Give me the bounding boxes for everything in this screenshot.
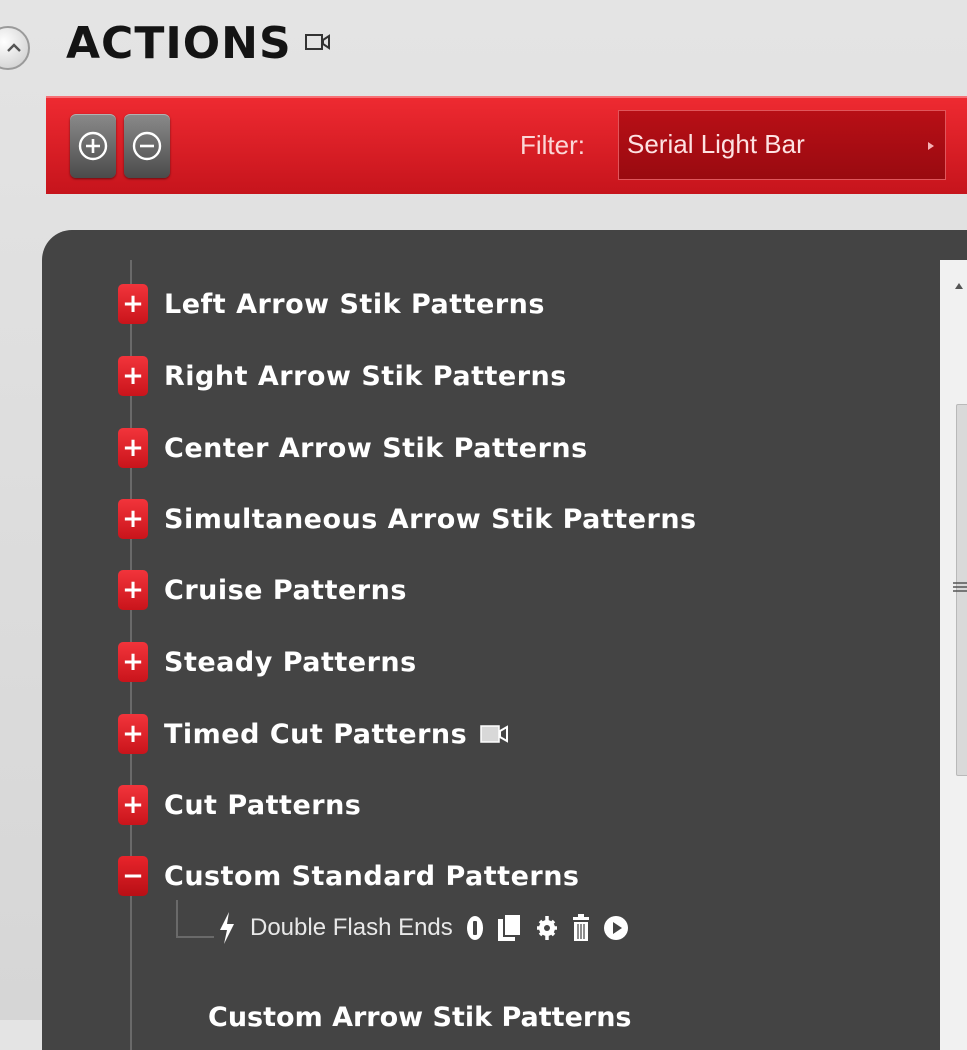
action-item-label: Double Flash Ends <box>250 914 453 941</box>
tree-item-label: Cruise Patterns <box>164 574 407 606</box>
video-camera-icon <box>305 34 330 50</box>
collapse-button[interactable] <box>0 26 30 70</box>
tree-item-label: Custom Standard Patterns <box>164 860 580 892</box>
expand-toggle[interactable]: + <box>118 499 148 539</box>
tree-item-label: Timed Cut Patterns <box>164 718 468 750</box>
tree-item[interactable]: + Timed Cut Patterns <box>118 712 511 756</box>
expand-toggle[interactable]: + <box>118 785 148 825</box>
tree-item-label: Left Arrow Stik Patterns <box>164 288 545 320</box>
tree-item-label: Cut Patterns <box>164 789 362 821</box>
expand-toggle[interactable]: + <box>118 356 148 396</box>
play-icon[interactable] <box>603 913 629 943</box>
tree-item[interactable]: + Right Arrow Stik Patterns <box>118 354 567 398</box>
tree-item[interactable]: + Center Arrow Stik Patterns <box>118 426 588 470</box>
filter-selected-value: Serial Light Bar <box>627 129 805 159</box>
collapse-toggle[interactable]: − <box>118 856 148 896</box>
dropdown-arrow-icon <box>928 142 934 150</box>
tree-branch-connector <box>176 900 214 938</box>
action-item[interactable]: Double Flash Ends <box>218 904 629 952</box>
minus-circle-icon <box>132 131 162 161</box>
section-title: ACTIONS <box>66 18 292 69</box>
add-button[interactable] <box>70 114 116 178</box>
settings-icon[interactable] <box>535 913 559 943</box>
tree-item[interactable]: − Custom Standard Patterns <box>118 854 580 898</box>
copy-icon[interactable] <box>497 913 523 943</box>
actions-toolbar: Filter: Serial Light Bar <box>46 96 967 194</box>
remove-button[interactable] <box>124 114 170 178</box>
tree-item[interactable]: + Cruise Patterns <box>118 568 407 612</box>
tree-item-label: Simultaneous Arrow Stik Patterns <box>164 503 697 535</box>
expand-toggle[interactable]: + <box>118 642 148 682</box>
grip-icon <box>953 582 967 592</box>
info-icon[interactable] <box>465 913 485 943</box>
trash-icon[interactable] <box>571 913 591 943</box>
tree-item-label[interactable]: Custom Arrow Stik Patterns <box>208 1002 632 1033</box>
vertical-scrollbar[interactable] <box>940 260 967 1050</box>
tree-item-label: Steady Patterns <box>164 646 417 678</box>
expand-toggle[interactable]: + <box>118 428 148 468</box>
filter-label: Filter: <box>520 130 585 160</box>
tree-item-label: Right Arrow Stik Patterns <box>164 360 567 392</box>
tree-item[interactable]: + Simultaneous Arrow Stik Patterns <box>118 497 697 541</box>
filter-dropdown[interactable]: Serial Light Bar <box>618 110 946 180</box>
expand-toggle[interactable]: + <box>118 714 148 754</box>
expand-toggle[interactable]: + <box>118 284 148 324</box>
chevron-up-icon <box>7 43 21 52</box>
scroll-up-arrow-icon[interactable] <box>954 282 964 290</box>
video-camera-icon <box>479 722 511 746</box>
expand-toggle[interactable]: + <box>118 570 148 610</box>
lightning-icon <box>220 912 234 944</box>
tree-item-label: Center Arrow Stik Patterns <box>164 432 588 464</box>
tree-item[interactable]: + Cut Patterns <box>118 783 361 827</box>
tree-item[interactable]: + Left Arrow Stik Patterns <box>118 282 545 326</box>
actions-tree-panel: + Left Arrow Stik Patterns + Right Arrow… <box>42 230 967 1050</box>
plus-circle-icon <box>78 131 108 161</box>
tree-item[interactable]: + Steady Patterns <box>118 640 417 684</box>
